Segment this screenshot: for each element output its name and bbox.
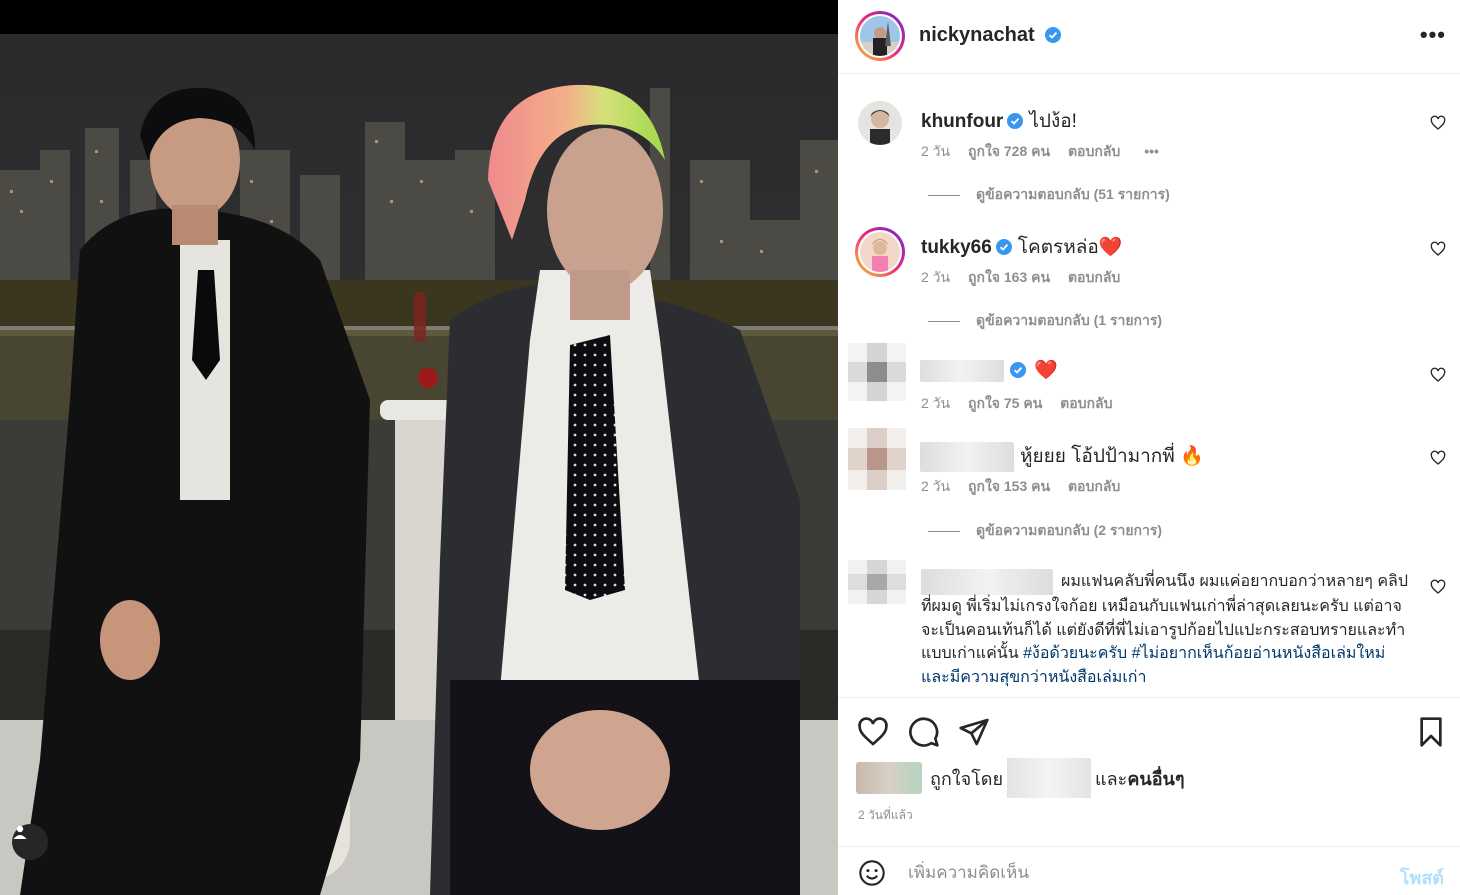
post-actions: ถูกใจโดย และ คนอื่นๆ 2 วันที่แล้ว โพสต์ (838, 697, 1460, 895)
comment-body: ❤️ (1034, 360, 1058, 381)
comment-time[interactable]: 2 วัน (921, 143, 950, 159)
emoji-smiley-icon[interactable] (858, 859, 886, 887)
commenter-username[interactable]: tukky66 (921, 237, 992, 258)
commenter-avatar[interactable] (848, 560, 906, 604)
verified-badge-icon (995, 239, 1012, 255)
view-replies-button[interactable]: ดูข้อความตอบกลับ (51 รายการ) (928, 184, 1170, 206)
comment-input[interactable] (908, 861, 1358, 885)
post-header: nickynachat ••• (838, 0, 1460, 74)
comment-time[interactable]: 2 วัน (921, 478, 950, 494)
comment-meta: 2 วัน ถูกใจ 75 คน ตอบกลับ (921, 393, 1127, 415)
author-username[interactable]: nickynachat (919, 24, 1062, 47)
comment-meta: 2 วัน ถูกใจ 728 คน ตอบกลับ ••• (921, 141, 1173, 163)
paper-plane-icon[interactable] (958, 716, 990, 748)
author-avatar[interactable] (855, 11, 905, 61)
comment-heart-icon[interactable] (1430, 115, 1446, 131)
comment-likes[interactable]: ถูกใจ 728 คน (968, 143, 1050, 159)
view-replies-button[interactable]: ดูข้อความตอบกลับ (2 รายการ) (928, 520, 1162, 542)
post-comment-button[interactable]: โพสต์ (1400, 863, 1444, 892)
reply-button[interactable]: ตอบกลับ (1068, 478, 1120, 494)
comment-time[interactable]: 2 วัน (921, 395, 950, 411)
blurred-username (920, 359, 1004, 382)
heart-icon[interactable] (857, 716, 889, 748)
view-replies-text[interactable]: ดูข้อความตอบกลับ (51 รายการ) (976, 186, 1170, 202)
liked-by-and: และ (1095, 768, 1128, 789)
hashtag-link[interactable]: #ง้อด้วยนะครับ (1023, 645, 1127, 662)
comment-meta: 2 วัน ถูกใจ 163 คน ตอบกลับ (921, 267, 1134, 289)
liked-by-prefix: ถูกใจโดย (930, 768, 1004, 789)
comment-meta: 2 วัน ถูกใจ 153 คน ตอบกลับ (921, 476, 1134, 498)
liked-by-blurred-name[interactable] (1007, 758, 1092, 798)
view-replies-button[interactable]: ดูข้อความตอบกลับ (1 รายการ) (928, 310, 1162, 332)
comment-body: ไปง้อ! (1029, 111, 1077, 132)
comments-list: khunfour ไปง้อ! 2 วัน ถูกใจ 728 คน ตอบกลั… (838, 75, 1460, 697)
comment-text-line: khunfour ไปง้อ! (921, 106, 1077, 136)
post-photo[interactable] (0, 0, 838, 895)
comment-text-line: tukky66 โคตรหล่อ❤️ (921, 232, 1122, 262)
comment-body: หู้ยยย โอ้ปป้ามากพี่ 🔥 (1020, 446, 1204, 467)
liked-by-row: ถูกใจโดย และ คนอื่นๆ (856, 758, 1185, 798)
bookmark-icon[interactable] (1415, 716, 1447, 748)
commenter-avatar[interactable] (855, 227, 905, 277)
verified-badge-icon (1007, 113, 1024, 129)
comment-likes[interactable]: ถูกใจ 153 คน (968, 478, 1050, 494)
comment-heart-icon[interactable] (1430, 241, 1446, 257)
comment-text-line: ผมแฟนคลับพี่คนนึง ผมแค่อยากบอกว่าหลายๆ ค… (921, 569, 1411, 689)
blurred-username (921, 569, 1053, 595)
reply-button[interactable]: ตอบกลับ (1060, 395, 1112, 411)
commenter-avatar[interactable] (848, 428, 906, 490)
post-image (0, 0, 838, 895)
reply-button[interactable]: ตอบกลับ (1068, 143, 1120, 159)
reply-button[interactable]: ตอบกลับ (1068, 269, 1120, 285)
verified-badge-icon (1045, 27, 1062, 43)
more-horizontal-icon[interactable]: ••• (1420, 22, 1446, 48)
comment-likes[interactable]: ถูกใจ 163 คน (968, 269, 1050, 285)
commenter-avatar[interactable] (848, 343, 906, 401)
comment-heart-icon[interactable] (1430, 579, 1446, 595)
comment-text-line: ❤️ (916, 358, 1058, 382)
comment-more-icon[interactable]: ••• (1144, 143, 1159, 159)
comment-bubble-icon[interactable] (908, 716, 940, 748)
post-timestamp[interactable]: 2 วันที่แล้ว (858, 806, 913, 825)
comment-body: โคตรหล่อ❤️ (1017, 237, 1123, 258)
view-replies-text[interactable]: ดูข้อความตอบกลับ (2 รายการ) (976, 522, 1162, 538)
tagged-user-icon[interactable] (12, 824, 48, 860)
comment-likes[interactable]: ถูกใจ 75 คน (968, 395, 1042, 411)
add-comment-bar: โพสต์ (838, 846, 1460, 895)
comment-heart-icon[interactable] (1430, 450, 1446, 466)
post-panel: nickynachat ••• khunfour ไปง้อ! 2 วัน ถูก… (838, 0, 1460, 895)
view-replies-text[interactable]: ดูข้อความตอบกลับ (1 รายการ) (976, 312, 1162, 328)
blurred-username (920, 441, 1014, 472)
comment-heart-icon[interactable] (1430, 367, 1446, 383)
comment-time[interactable]: 2 วัน (921, 269, 950, 285)
verified-badge-icon (1010, 362, 1026, 378)
comment-text-line: หู้ยยย โอ้ปป้ามากพี่ 🔥 (916, 441, 1204, 472)
liked-by-avatars[interactable] (856, 762, 922, 794)
commenter-avatar[interactable] (858, 101, 902, 145)
commenter-username[interactable]: khunfour (921, 111, 1003, 132)
liked-by-others[interactable]: คนอื่นๆ (1127, 764, 1184, 793)
author-name-text[interactable]: nickynachat (919, 24, 1035, 46)
